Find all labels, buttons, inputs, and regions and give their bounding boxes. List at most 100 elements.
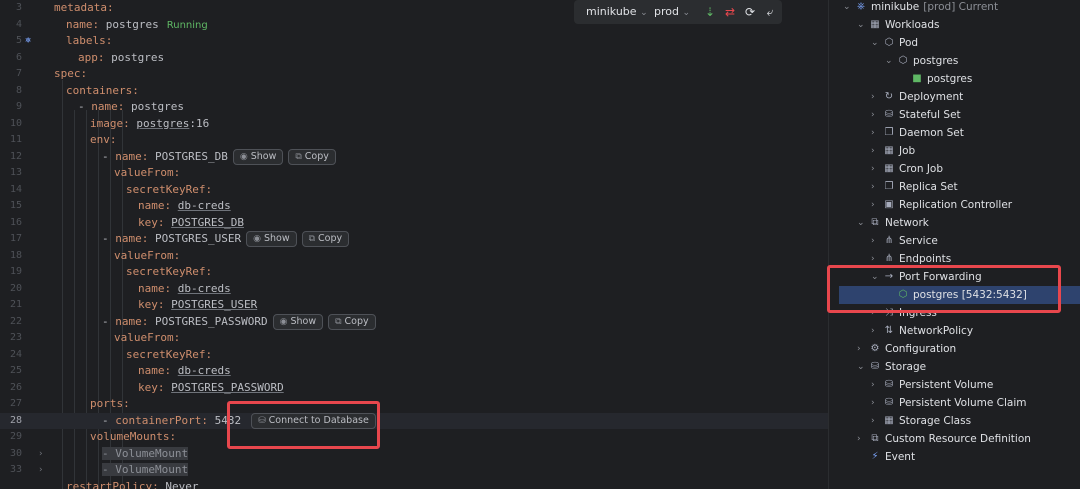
line-number: 26: [9, 381, 22, 393]
context-selector[interactable]: minikube ⌄: [586, 0, 648, 24]
reload-icon[interactable]: ⟳: [742, 4, 758, 20]
code-line[interactable]: 30 › - VolumeMount: [0, 446, 828, 463]
code-line[interactable]: 27 ports:: [0, 396, 828, 413]
code-line[interactable]: 15 name: db-creds: [0, 198, 828, 215]
eye-icon: ◉: [253, 234, 261, 244]
chevron-right-icon[interactable]: ›: [871, 142, 875, 160]
tree-item-replication-controller[interactable]: › ▣ Replication Controller: [829, 196, 1080, 214]
code-line[interactable]: 16 key: POSTGRES_DB: [0, 215, 828, 232]
chevron-right-icon[interactable]: ›: [871, 394, 875, 412]
code-line[interactable]: 29 volumeMounts:: [0, 429, 828, 446]
chevron-right-icon[interactable]: ›: [871, 232, 875, 250]
yaml-editor[interactable]: 3 metadata: 4 name: postgres Running 5 ⎈ labels…: [0, 0, 828, 489]
code-text: volumeMounts:: [90, 429, 176, 446]
chevron-down-icon[interactable]: ⌄: [885, 52, 893, 70]
code-line[interactable]: 21 key: POSTGRES_USER: [0, 297, 828, 314]
chevron-down-icon[interactable]: ⌄: [857, 358, 865, 376]
chevron-right-icon[interactable]: ›: [871, 412, 875, 430]
code-line[interactable]: 28- containerPort: 5432 ⛁ Connect to Datab…: [0, 412, 828, 429]
tree-item-event[interactable]: ⚡ Event: [829, 448, 1080, 466]
tree-item-cron-job[interactable]: › ▦ Cron Job: [829, 160, 1080, 178]
chevron-right-icon[interactable]: ›: [857, 430, 861, 448]
code-line[interactable]: 20 name: db-creds: [0, 281, 828, 298]
code-line[interactable]: 8 containers:: [0, 83, 828, 100]
show-secret-button[interactable]: ◉ Show: [272, 313, 324, 330]
chevron-down-icon[interactable]: ⌄: [857, 16, 865, 34]
code-line[interactable]: 5 ⎈ labels:: [0, 33, 828, 50]
tree-item-network[interactable]: ⌄ ⧉ Network: [829, 214, 1080, 232]
tree-item-replica-set[interactable]: › ❐ Replica Set: [829, 178, 1080, 196]
chevron-down-icon[interactable]: ⌄: [871, 34, 879, 52]
tree-root-minikube[interactable]: ⌄ ⎈ minikube [prod] Current: [829, 0, 1080, 16]
tree-item-storage-class[interactable]: › ▦ Storage Class: [829, 412, 1080, 430]
tree-item-workloads[interactable]: ⌄ ▦ Workloads: [829, 16, 1080, 34]
chevron-right-icon[interactable]: ›: [871, 124, 875, 142]
tree-item-stateful-set[interactable]: › ⛁ Stateful Set: [829, 106, 1080, 124]
show-secret-button[interactable]: ◉ Show: [232, 148, 284, 165]
apply-icon[interactable]: ⇣: [702, 4, 718, 20]
code-line[interactable]: 33 › - VolumeMount: [0, 462, 828, 479]
chevron-right-icon[interactable]: ›: [871, 196, 875, 214]
chevron-right-icon[interactable]: ›: [871, 88, 875, 106]
line-number: 30: [9, 447, 22, 459]
code-line[interactable]: 17- name: POSTGRES_USER ◉ Show ⧉ Copy: [0, 231, 828, 248]
line-number: 7: [15, 68, 22, 79]
copy-secret-button[interactable]: ⧉ Copy: [328, 313, 376, 330]
code-token: :16: [189, 116, 210, 130]
code-line[interactable]: 25 name: db-creds: [0, 363, 828, 380]
code-line[interactable]: 13 valueFrom:: [0, 165, 828, 182]
code-line[interactable]: 11 env:: [0, 132, 828, 149]
chevron-right-icon[interactable]: ›: [871, 160, 875, 178]
code-line[interactable]: 7 spec:: [0, 66, 828, 83]
rollback-icon[interactable]: ⤶: [762, 4, 778, 20]
tree-item-persistent-volume[interactable]: › ⛁ Persistent Volume: [829, 376, 1080, 394]
show-secret-button[interactable]: ◉ Show: [246, 231, 297, 247]
code-token: secretKeyRef:: [126, 347, 213, 361]
code-line[interactable]: 12- name: POSTGRES_DB ◉ Show ⧉ Copy: [0, 148, 828, 166]
tree-item-custom-resource-definition[interactable]: › ⧉ Custom Resource Definition: [829, 430, 1080, 448]
chevron-right-icon[interactable]: ›: [871, 178, 875, 196]
code-line[interactable]: 10 image: postgres:16: [0, 116, 828, 133]
code-token: app:: [78, 50, 112, 64]
chevron-down-icon[interactable]: ⌄: [843, 0, 851, 16]
line-number: 15: [9, 200, 22, 211]
tree-item-daemon-set[interactable]: › ❐ Daemon Set: [829, 124, 1080, 142]
diff-icon[interactable]: ⇄: [722, 4, 738, 20]
tree-item-postgres[interactable]: ■ postgres: [829, 70, 1080, 88]
chevron-right-icon[interactable]: ›: [38, 462, 43, 479]
code-line[interactable]: 9 - name: postgres: [0, 99, 828, 116]
tree-item-networkpolicy[interactable]: › ⇅ NetworkPolicy: [829, 322, 1080, 340]
code-line[interactable]: 14 secretKeyRef:: [0, 182, 828, 199]
code-line[interactable]: 19 secretKeyRef:: [0, 264, 828, 281]
tree-item-pod[interactable]: ⌄ ⬡ Pod: [829, 34, 1080, 52]
chevron-right-icon[interactable]: ›: [871, 322, 875, 340]
chevron-right-icon[interactable]: ›: [871, 376, 875, 394]
namespace-selector[interactable]: prod ⌄: [654, 0, 690, 24]
tree-item-storage[interactable]: ⌄ ⛁ Storage: [829, 358, 1080, 376]
context-name: minikube: [871, 1, 920, 13]
chevron-right-icon[interactable]: ›: [38, 446, 43, 463]
copy-secret-button[interactable]: ⧉ Copy: [301, 231, 350, 247]
kubernetes-gutter-icon[interactable]: ⎈: [25, 33, 31, 50]
code-line[interactable]: 23 valueFrom:: [0, 330, 828, 347]
tree-item-job[interactable]: › ▦ Job: [829, 142, 1080, 160]
code-line[interactable]: 6 app: postgres: [0, 50, 828, 67]
code-line[interactable]: 22- name: POSTGRES_PASSWORD ◉ Show ⧉ Copy: [0, 313, 828, 331]
chevron-right-icon[interactable]: ›: [857, 340, 861, 358]
code-line[interactable]: 26 key: POSTGRES_PASSWORD: [0, 380, 828, 397]
line-number: 24: [9, 348, 22, 360]
tree-item-label: Custom Resource Definition: [885, 433, 1031, 445]
tree-item-deployment[interactable]: › ↻ Deployment: [829, 88, 1080, 106]
tree-item-configuration[interactable]: › ⚙ Configuration: [829, 340, 1080, 358]
tree-item-service[interactable]: › ⋔ Service: [829, 232, 1080, 250]
copy-secret-button[interactable]: ⧉ Copy: [288, 148, 336, 165]
chevron-down-icon[interactable]: ⌄: [857, 214, 865, 232]
code-line[interactable]: 18 valueFrom:: [0, 248, 828, 265]
code-line[interactable]: 24 secretKeyRef:: [0, 347, 828, 364]
tree-root-label: minikube [prod] Current: [871, 0, 998, 16]
chevron-right-icon[interactable]: ›: [871, 106, 875, 124]
context-label: minikube: [586, 5, 637, 18]
code-line[interactable]: restartPolicy: Never: [0, 479, 828, 489]
tree-item-postgres[interactable]: ⌄ ⬡ postgres: [829, 52, 1080, 70]
tree-item-persistent-volume-claim[interactable]: › ⛁ Persistent Volume Claim: [829, 394, 1080, 412]
